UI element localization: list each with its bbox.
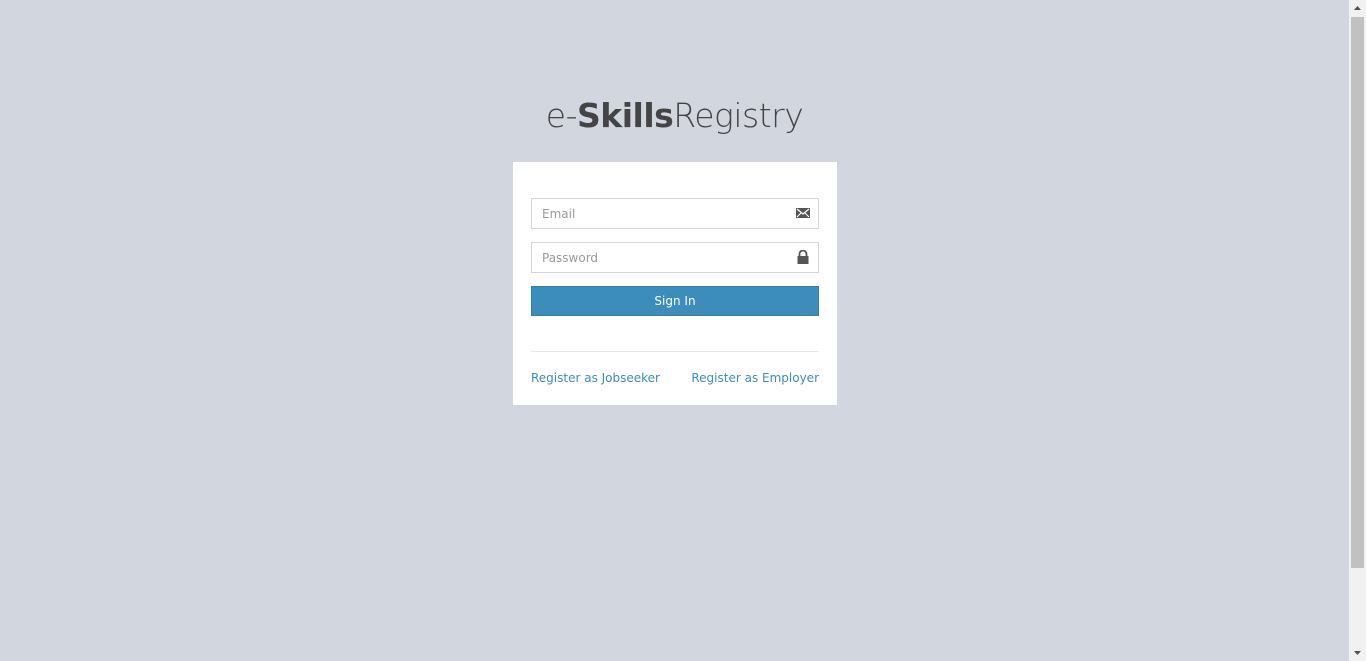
login-page: e-SkillsRegistry Sign In R: [0, 0, 1366, 661]
logo-prefix: e-: [545, 96, 578, 135]
scroll-down-arrow-icon[interactable]: [1349, 644, 1366, 661]
register-employer-link[interactable]: Register as Employer: [691, 371, 819, 385]
scroll-thumb[interactable]: [1351, 17, 1364, 568]
email-field: [531, 198, 819, 229]
email-input[interactable]: [532, 199, 782, 228]
register-jobseeker-link[interactable]: Register as Jobseeker: [531, 371, 660, 385]
logo-bold: Skills: [576, 96, 674, 135]
scroll-up-arrow-icon[interactable]: [1349, 0, 1366, 17]
divider: [531, 351, 819, 352]
logo-suffix: Registry: [673, 96, 804, 135]
login-box: Sign In Register as Jobseeker Register a…: [513, 162, 837, 405]
password-input[interactable]: [532, 243, 782, 272]
sign-in-button[interactable]: Sign In: [531, 286, 819, 316]
password-field: [531, 242, 819, 273]
envelope-icon: [796, 206, 810, 220]
app-logo[interactable]: e-SkillsRegistry: [0, 96, 1349, 136]
vertical-scrollbar[interactable]: [1349, 0, 1366, 661]
lock-icon: [796, 249, 810, 264]
